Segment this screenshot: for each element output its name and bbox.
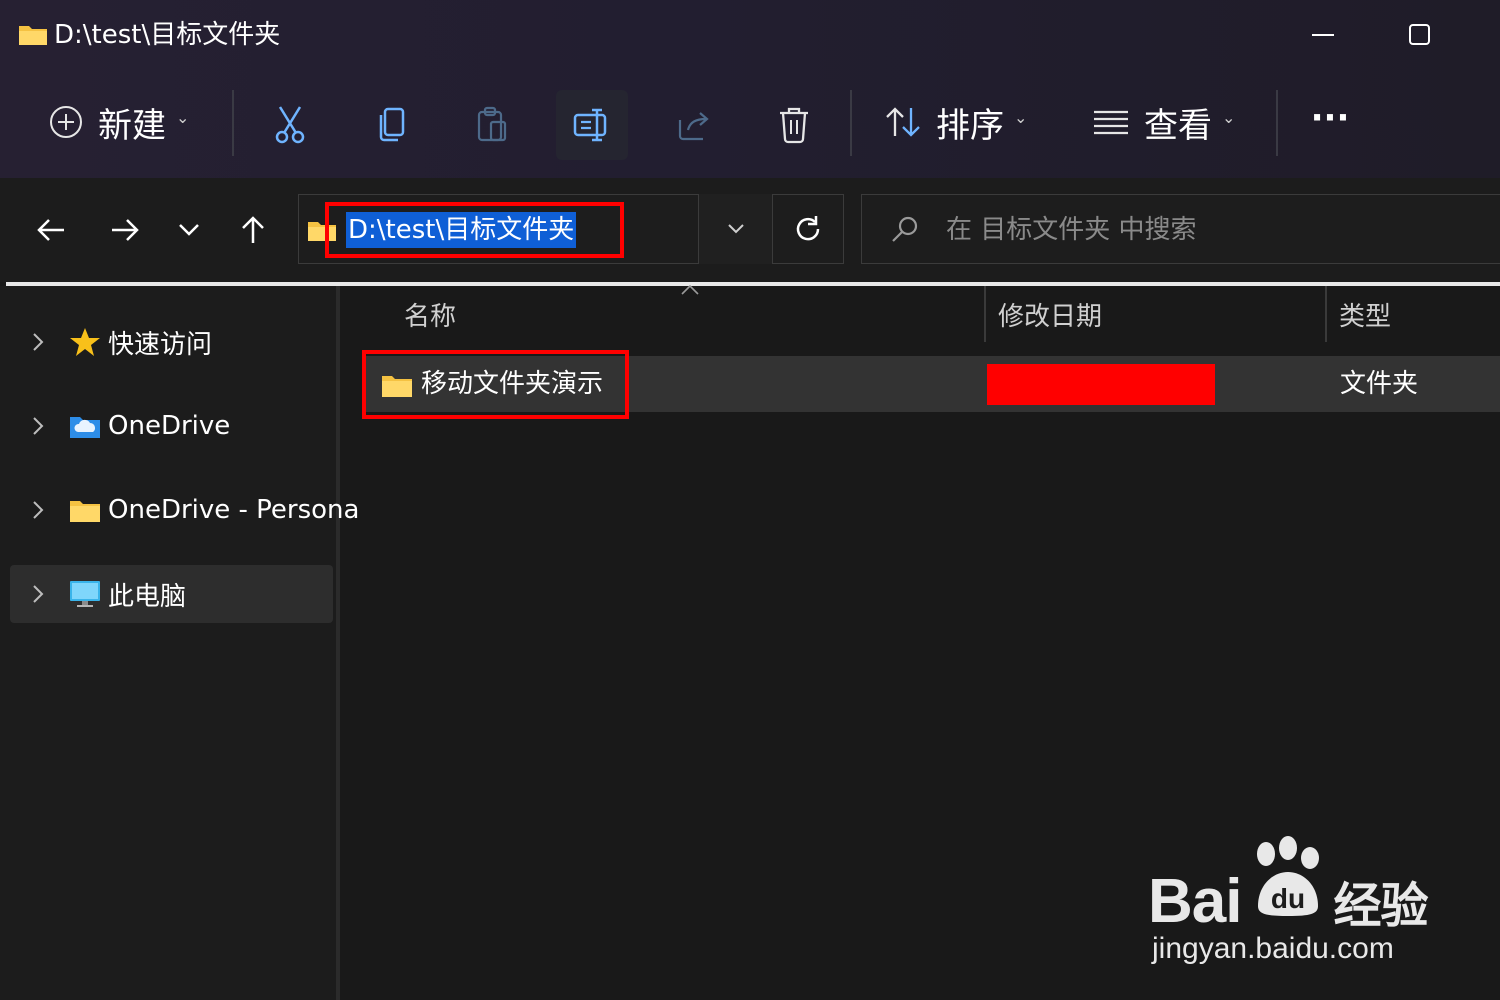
chevron-down-icon: ⌄	[176, 107, 190, 127]
cut-button[interactable]	[254, 90, 326, 160]
sidebar-item-this-pc[interactable]: 此电脑	[10, 565, 333, 623]
rename-button[interactable]	[556, 90, 628, 160]
pane-splitter[interactable]	[336, 286, 340, 1000]
baidu-jingyan-watermark: du Bai 经验 jingyan.baidu.com	[1148, 836, 1448, 976]
chevron-right-icon[interactable]	[28, 397, 48, 455]
address-history-dropdown[interactable]	[698, 194, 773, 264]
search-placeholder: 在 目标文件夹 中搜索	[946, 215, 1197, 245]
sidebar-item-label: 此电脑	[108, 581, 187, 612]
arrow-left-icon	[37, 219, 64, 241]
new-label: 新建	[98, 105, 166, 146]
rename-icon	[573, 108, 607, 142]
refresh-button[interactable]	[772, 194, 844, 264]
sidebar-item-label: OneDrive	[108, 411, 231, 441]
onedrive-cloud-icon	[68, 409, 102, 443]
back-button[interactable]	[26, 200, 76, 260]
chevron-down-icon	[179, 224, 199, 236]
window-title: D:\test\目标文件夹	[54, 20, 281, 50]
share-button[interactable]	[658, 90, 730, 160]
delete-button[interactable]	[758, 90, 830, 160]
column-separator[interactable]	[984, 286, 986, 342]
sidebar-item-onedrive-personal[interactable]: OneDrive - Persona	[10, 481, 359, 539]
navigation-pane	[0, 286, 336, 1000]
sort-ascending-icon	[681, 284, 699, 295]
redacted-date	[987, 364, 1215, 405]
up-button[interactable]	[228, 200, 278, 260]
maximize-button[interactable]	[1390, 18, 1450, 52]
file-explorer-window: D:\test\目标文件夹 新建 ⌄ 排序 ⌄ 查看 ⌄ ··· D:\test…	[0, 0, 1500, 1000]
chevron-down-icon: ⌄	[1222, 107, 1236, 127]
share-icon	[678, 112, 709, 141]
paste-button[interactable]	[456, 90, 528, 160]
minimize-icon	[1312, 34, 1334, 36]
monitor-icon	[68, 577, 102, 611]
forward-button[interactable]	[100, 200, 150, 260]
sort-label: 排序	[936, 105, 1004, 146]
view-button[interactable]: 查看 ⌄	[1092, 84, 1235, 160]
chevron-right-icon[interactable]	[28, 565, 48, 623]
sidebar-item-onedrive[interactable]: OneDrive	[10, 397, 333, 455]
chevron-down-icon	[728, 224, 744, 234]
scissors-icon	[275, 106, 305, 144]
copy-icon	[379, 107, 405, 142]
sidebar-item-quick-access[interactable]: 快速访问	[10, 313, 333, 371]
list-view-icon	[1094, 110, 1128, 135]
maximize-icon	[1409, 24, 1430, 45]
sort-button[interactable]: 排序 ⌄	[884, 84, 1027, 160]
search-icon	[892, 216, 918, 242]
trash-icon	[780, 107, 808, 144]
sidebar-item-label: OneDrive - Persona	[108, 495, 360, 525]
arrow-right-icon	[112, 219, 139, 241]
plus-circle-icon	[50, 106, 82, 138]
view-label: 查看	[1144, 105, 1212, 146]
highlight-box-folder	[362, 350, 629, 419]
folder-icon	[19, 26, 47, 45]
column-header-name[interactable]: 名称	[404, 296, 456, 333]
more-options-button[interactable]: ···	[1294, 90, 1366, 160]
recent-locations-button[interactable]	[164, 200, 214, 260]
new-button[interactable]: 新建 ⌄	[48, 84, 189, 160]
toolbar-separator	[232, 90, 234, 156]
watermark-brand: Bai 经验	[1148, 867, 1429, 936]
paste-icon	[477, 106, 507, 142]
chevron-down-icon: ⌄	[1014, 107, 1028, 127]
toolbar-separator	[850, 90, 852, 156]
refresh-icon	[796, 216, 820, 241]
folder-icon	[68, 493, 102, 527]
star-icon	[68, 325, 102, 359]
chevron-right-icon[interactable]	[28, 313, 48, 371]
more-icon: ···	[1310, 98, 1350, 138]
copy-button[interactable]	[356, 90, 428, 160]
file-type: 文件夹	[1340, 369, 1419, 399]
column-header-modified[interactable]: 修改日期	[998, 296, 1102, 333]
minimize-button[interactable]	[1294, 18, 1354, 52]
arrow-up-icon	[242, 216, 264, 243]
column-header-type[interactable]: 类型	[1339, 296, 1391, 333]
column-separator[interactable]	[1325, 286, 1327, 342]
chevron-right-icon[interactable]	[28, 481, 48, 539]
sidebar-item-label: 快速访问	[108, 329, 213, 360]
highlight-box-address	[325, 202, 624, 258]
sort-icon	[886, 107, 920, 137]
watermark-url: jingyan.baidu.com	[1152, 932, 1394, 965]
toolbar-separator	[1276, 90, 1278, 156]
